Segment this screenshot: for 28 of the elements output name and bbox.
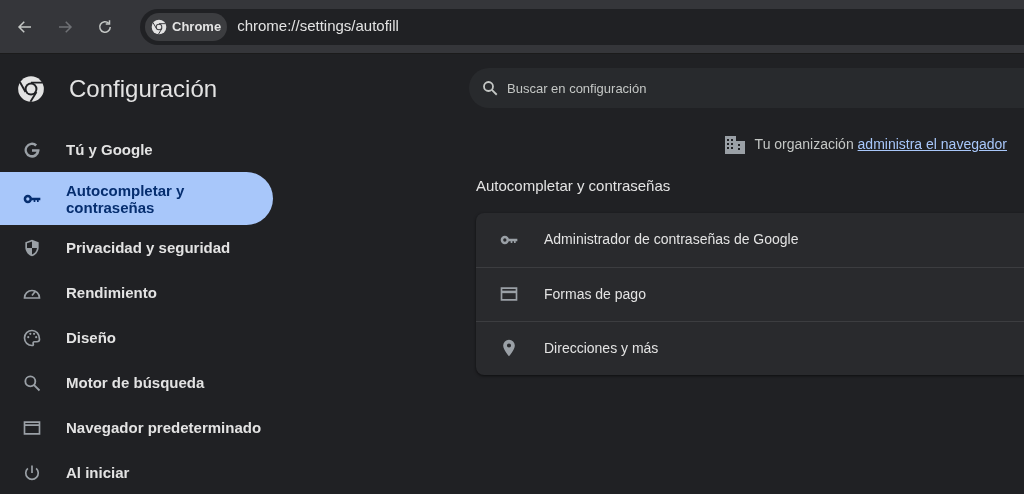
sidebar-item[interactable]: Autocompletar y contraseñas — [0, 172, 273, 225]
sidebar-item[interactable]: Al iniciar — [0, 450, 273, 494]
palette-icon — [22, 327, 42, 348]
managed-notice: Tu organización administra el navegador — [754, 135, 1007, 154]
sidebar-item[interactable]: Rendimiento — [0, 270, 273, 315]
sidebar-item[interactable]: Diseño — [0, 315, 273, 360]
site-chip[interactable]: Chrome — [145, 12, 228, 41]
settings-row-link[interactable]: Formas de pago — [544, 283, 646, 305]
credit-card-icon — [499, 284, 519, 304]
search-field[interactable]: Buscar en configuración — [469, 68, 1024, 108]
settings-title: Configuración — [69, 74, 218, 104]
settings-row-link[interactable]: Direcciones y más — [544, 337, 659, 359]
building-icon — [724, 135, 745, 154]
url-text: chrome://settings/autofill — [237, 16, 399, 37]
sidebar-item[interactable]: Navegador predeterminado — [0, 405, 273, 450]
sidebar-item[interactable]: Tú y Google — [0, 127, 273, 172]
reload-icon — [96, 17, 114, 36]
shield-icon — [22, 237, 42, 258]
settings-row-link[interactable]: Administrador de contraseñas de Google — [544, 229, 799, 250]
chrome-logo-icon — [151, 18, 167, 35]
section-title: Autocompletar y contraseñas — [476, 176, 672, 196]
search-icon — [481, 79, 499, 97]
sidebar-item[interactable]: Privacidad y seguridad — [0, 225, 273, 270]
chrome-logo-icon — [17, 75, 45, 103]
search-icon — [22, 372, 42, 393]
manage-link[interactable]: administra el navegador — [857, 136, 1007, 152]
address-bar[interactable]: Chrome chrome://settings/autofill — [140, 8, 1024, 45]
sidebar-item[interactable]: Motor de búsqueda — [0, 360, 273, 405]
